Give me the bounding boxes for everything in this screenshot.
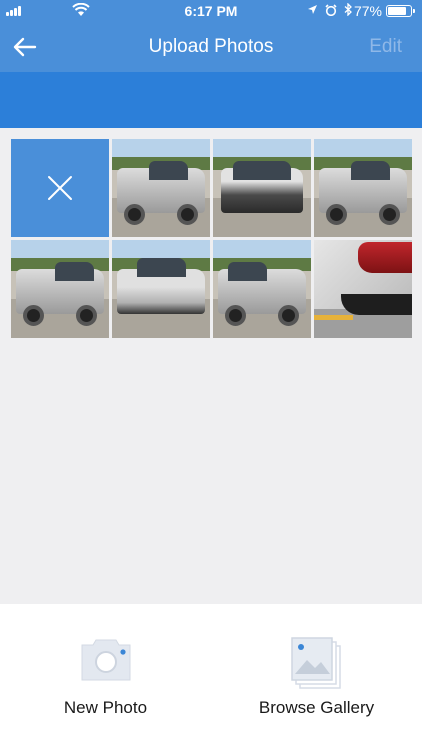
remove-photo-tile[interactable] bbox=[11, 139, 109, 237]
page-title: Upload Photos bbox=[148, 36, 274, 57]
bluetooth-icon bbox=[344, 3, 352, 16]
photo-thumbnail[interactable] bbox=[213, 139, 311, 237]
new-photo-button[interactable]: New Photo bbox=[0, 604, 211, 750]
battery-percent: 77% bbox=[353, 3, 382, 19]
bottom-action-panel: New Photo Browse Gallery bbox=[0, 604, 422, 750]
navigation-bar: Upload Photos Edit bbox=[0, 22, 422, 72]
photo-thumbnail[interactable] bbox=[314, 139, 412, 237]
gallery-icon bbox=[290, 637, 341, 689]
alarm-icon bbox=[325, 3, 337, 16]
close-icon bbox=[48, 176, 72, 200]
new-photo-label: New Photo bbox=[63, 698, 148, 717]
photo-thumbnail[interactable] bbox=[112, 240, 210, 338]
status-bar: 6:17 PM 77% bbox=[0, 0, 422, 22]
browse-gallery-label: Browse Gallery bbox=[258, 698, 375, 717]
photo-thumbnail[interactable] bbox=[314, 240, 412, 338]
photo-grid bbox=[11, 139, 412, 338]
battery-icon bbox=[386, 5, 415, 17]
photo-thumbnail[interactable] bbox=[11, 240, 109, 338]
camera-icon bbox=[81, 639, 130, 681]
sub-header-bar bbox=[0, 72, 422, 128]
browse-gallery-button[interactable]: Browse Gallery bbox=[211, 604, 422, 750]
photo-thumbnail[interactable] bbox=[112, 139, 210, 237]
edit-button[interactable]: Edit bbox=[369, 36, 402, 58]
location-icon bbox=[308, 5, 317, 14]
photo-thumbnail[interactable] bbox=[213, 240, 311, 338]
